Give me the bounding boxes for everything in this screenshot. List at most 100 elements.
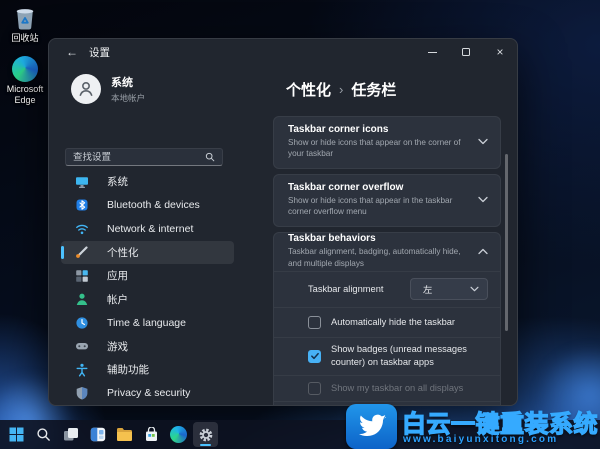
apps-icon	[75, 269, 89, 283]
edge-icon	[2, 56, 48, 82]
system-icon	[75, 175, 89, 189]
card-taskbar-corner-overflow: Taskbar corner overflow Show or hide ico…	[273, 173, 501, 227]
autohide-label: Automatically hide the taskbar	[331, 316, 456, 327]
titlebar: ← 设置 ×	[49, 39, 517, 65]
task-view-button[interactable]	[58, 422, 83, 447]
sidebar-item-system[interactable]: 系统	[61, 170, 234, 194]
sidebar-item-accessibility[interactable]: 辅助功能	[61, 358, 234, 382]
settings-window: ← 设置 × 系统 本地帐户 查找设置 系统 Bluetooth & devic…	[48, 38, 518, 406]
sidebar-item-apps[interactable]: 应用	[61, 264, 234, 288]
row-multiple-displays: When using multiple displays, show my 所有…	[274, 400, 500, 405]
window-title: 设置	[89, 46, 110, 59]
desktop-icon-label: 回收站	[11, 33, 39, 43]
minimize-button[interactable]	[415, 39, 449, 65]
accounts-icon	[75, 292, 89, 306]
sidebar-item-gaming[interactable]: 游戏	[61, 335, 234, 359]
breadcrumb-current: 任务栏	[351, 82, 397, 99]
sidebar-item-label: Time & language	[107, 316, 186, 329]
file-explorer-icon	[117, 428, 132, 441]
gaming-icon	[75, 339, 89, 353]
accessibility-icon	[75, 363, 89, 377]
task-view-icon	[63, 428, 78, 441]
sidebar-item-windows-update[interactable]: Windows Update	[61, 405, 234, 406]
sidebar-item-label: 游戏	[107, 340, 128, 353]
sidebar-item-label: 个性化	[107, 246, 139, 259]
widgets-icon	[90, 427, 105, 442]
autohide-checkbox[interactable]	[308, 315, 321, 329]
privacy-shield-icon	[75, 386, 89, 400]
chevron-down-icon	[470, 287, 479, 292]
settings-button[interactable]	[193, 422, 218, 447]
sidebar-item-bluetooth-devices[interactable]: Bluetooth & devices	[61, 194, 234, 218]
show-badges-label: Show badges (unread messages counter) on…	[331, 344, 467, 368]
card-taskbar-behaviors-header[interactable]: Taskbar behaviors Taskbar alignment, bad…	[274, 233, 500, 271]
all-displays-checkbox[interactable]	[308, 381, 321, 395]
maximize-icon	[462, 48, 470, 56]
widgets-button[interactable]	[85, 422, 110, 447]
taskbar-search-button[interactable]	[31, 422, 56, 447]
profile[interactable]: 系统 本地帐户	[71, 74, 145, 104]
breadcrumb-separator-icon: ›	[339, 82, 344, 97]
minimize-icon	[427, 51, 437, 53]
time-language-icon	[75, 316, 89, 330]
close-button[interactable]: ×	[483, 39, 517, 65]
sidebar-item-label: Network & internet	[107, 222, 194, 235]
taskbar-alignment-label: Taskbar alignment	[308, 283, 384, 294]
card-description: Taskbar alignment, badging, automaticall…	[288, 247, 461, 268]
breadcrumb: 个性化 › 任务栏	[286, 79, 396, 100]
all-displays-label: Show my taskbar on all displays	[331, 382, 464, 393]
show-badges-checkbox[interactable]	[308, 349, 321, 363]
taskbar-alignment-dropdown[interactable]: 左	[410, 278, 488, 301]
profile-account-type: 本地帐户	[111, 93, 146, 103]
edge-icon	[170, 426, 187, 443]
file-explorer-button[interactable]	[112, 422, 137, 447]
card-description: Show or hide icons that appear on the co…	[288, 138, 461, 159]
sidebar-item-personalization[interactable]: 个性化	[61, 240, 234, 264]
back-button[interactable]: ←	[61, 45, 83, 59]
profile-name: 系统	[111, 77, 133, 89]
sidebar-nav: 系统 Bluetooth & devices Network & interne…	[49, 170, 264, 406]
row-show-badges: Show badges (unread messages counter) on…	[274, 336, 500, 375]
start-icon	[9, 427, 24, 442]
sidebar: 系统 本地帐户 系统 Bluetooth & devi	[49, 65, 264, 405]
sidebar-item-privacy-security[interactable]: Privacy & security	[61, 382, 234, 406]
card-title: Taskbar behaviors	[288, 233, 376, 245]
sidebar-item-time-language[interactable]: Time & language	[61, 311, 234, 335]
card-description: Show or hide icons that appear in the ta…	[288, 195, 453, 217]
settings-main-pane: 个性化 › 任务栏 Taskbar corner icons Show or h…	[271, 65, 517, 405]
sidebar-item-accounts[interactable]: 帐户	[61, 288, 234, 312]
settings-search-box[interactable]	[65, 148, 223, 166]
vertical-scrollbar[interactable]	[505, 154, 508, 331]
card-title: Taskbar corner icons	[288, 124, 389, 135]
recycle-bin-icon	[2, 4, 48, 31]
card-taskbar-corner-icons-header[interactable]: Taskbar corner icons Show or hide icons …	[274, 117, 500, 168]
personalization-icon	[75, 245, 89, 259]
sidebar-item-network-internet[interactable]: Network & internet	[61, 217, 234, 241]
start-button[interactable]	[4, 422, 29, 447]
desktop-icon-recycle-bin[interactable]: 回收站	[2, 4, 48, 44]
sidebar-item-label: Privacy & security	[107, 387, 191, 400]
breadcrumb-parent[interactable]: 个性化	[286, 79, 331, 100]
desktop-icon-label: Microsoft Edge	[6, 84, 44, 106]
desktop-icon-edge[interactable]: Microsoft Edge	[2, 56, 48, 107]
row-taskbar-all-displays: Show my taskbar on all displays	[274, 374, 500, 401]
store-button[interactable]	[139, 422, 164, 447]
store-icon	[146, 427, 157, 441]
edge-button[interactable]	[166, 422, 191, 447]
card-title: Taskbar corner overflow	[288, 181, 404, 193]
close-icon: ×	[496, 45, 504, 59]
chevron-down-icon	[478, 139, 488, 145]
search-icon	[205, 152, 215, 162]
card-taskbar-corner-icons: Taskbar corner icons Show or hide icons …	[273, 116, 501, 169]
avatar	[71, 74, 101, 104]
os-taskbar	[0, 420, 600, 449]
check-icon	[310, 353, 319, 360]
bluetooth-icon	[75, 198, 89, 212]
network-icon	[75, 222, 89, 236]
search-input[interactable]	[73, 151, 205, 163]
chevron-up-icon	[478, 248, 488, 255]
card-taskbar-corner-overflow-header[interactable]: Taskbar corner overflow Show or hide ico…	[274, 175, 500, 226]
sidebar-item-label: 辅助功能	[107, 364, 149, 377]
maximize-button[interactable]	[449, 39, 483, 65]
row-taskbar-alignment: Taskbar alignment 左	[274, 270, 500, 307]
